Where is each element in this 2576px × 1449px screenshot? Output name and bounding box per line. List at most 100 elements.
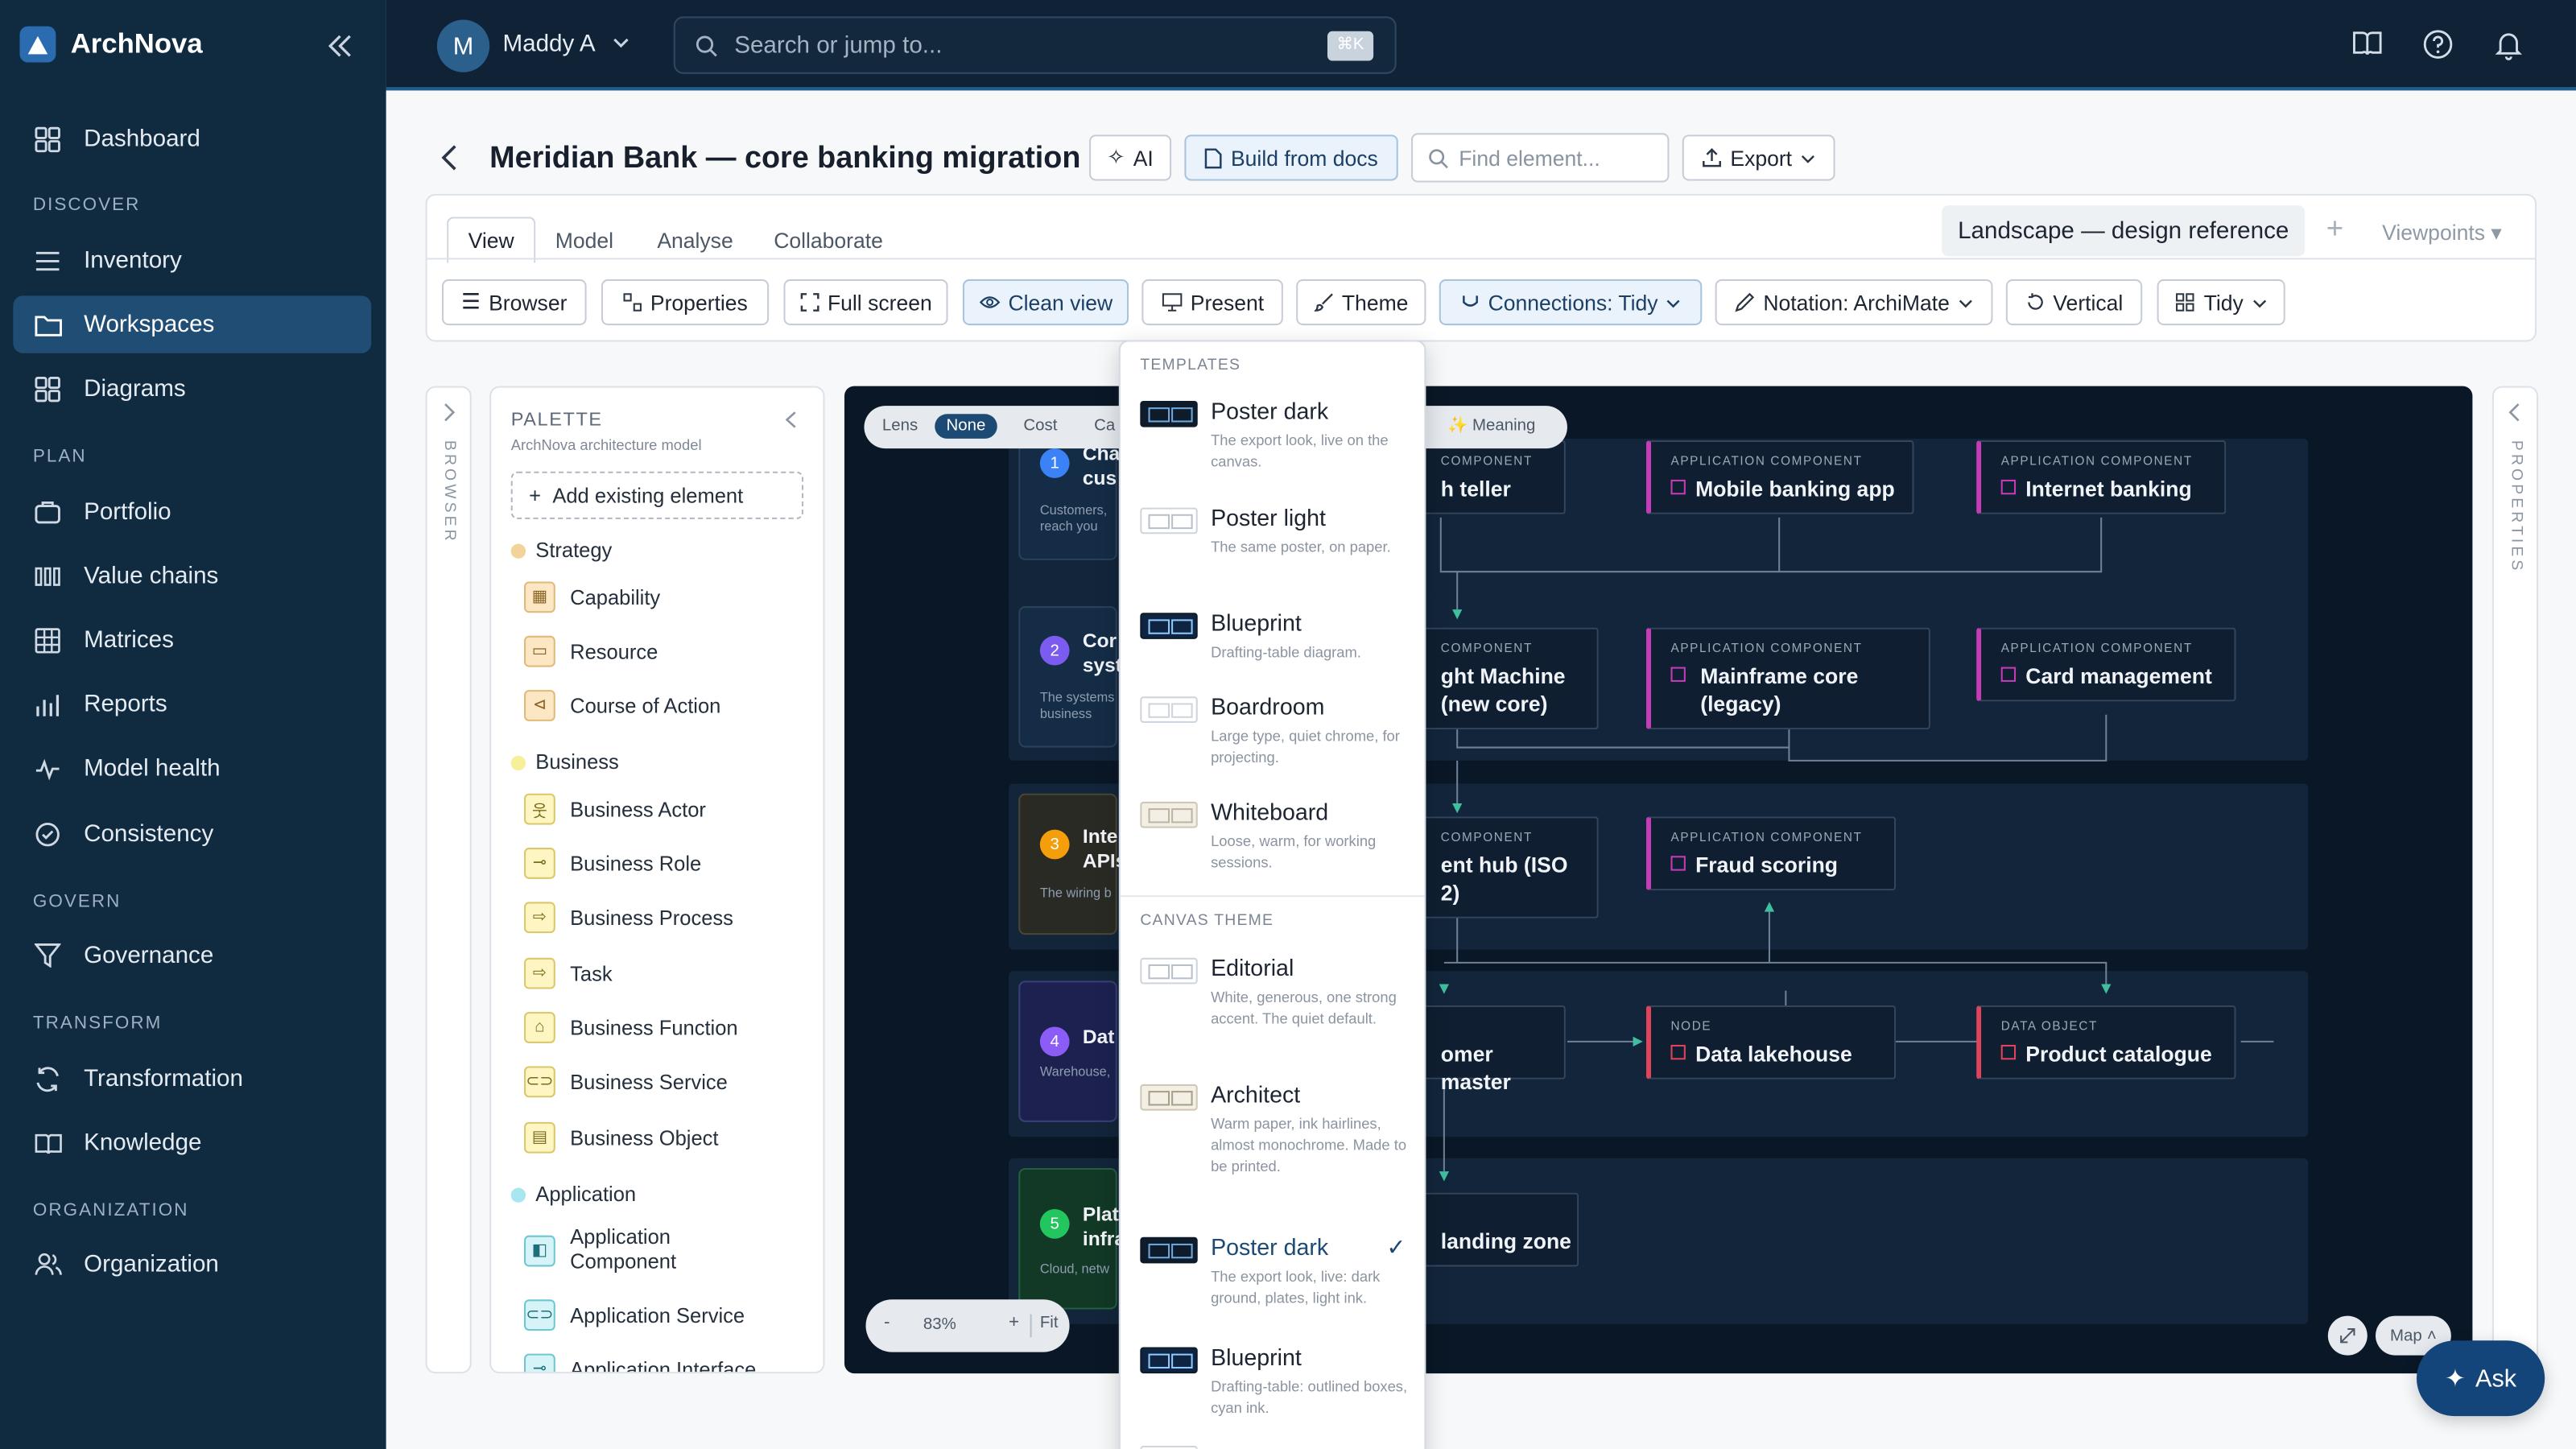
nav-label: Diagrams [84, 375, 186, 402]
palette-item-label: Application Service [570, 1303, 745, 1327]
theme-button[interactable]: Theme [1296, 279, 1426, 326]
properties-button[interactable]: Properties [601, 279, 770, 326]
chevron-left-icon[interactable] [2507, 402, 2523, 422]
data-object-icon [2000, 1044, 2017, 1060]
node-data-lakehouse[interactable]: NODE Data lakehouse [1645, 1005, 1897, 1080]
nav-governance[interactable]: Governance [13, 927, 371, 984]
properties-icon [622, 292, 642, 312]
fullscreen-label: Full screen [827, 290, 932, 315]
add-existing-element-button[interactable]: + Add existing element [510, 471, 803, 519]
templates-section-label: TEMPLATES [1140, 356, 1241, 375]
chevron-down-icon[interactable] [611, 33, 630, 52]
node-thought-machine[interactable]: COMPONENT ght Machine (new core) [1421, 627, 1599, 730]
component-icon [2000, 667, 2017, 682]
nav-organization[interactable]: Organization [13, 1236, 371, 1293]
nav-model-health[interactable]: Model health [13, 739, 371, 796]
zoom-in-button[interactable]: + [1009, 1313, 1019, 1332]
palette-item-business-role[interactable]: ⊸ Business Role [524, 848, 701, 879]
tab-view[interactable]: View [447, 217, 536, 263]
node-card-management[interactable]: APPLICATION COMPONENT Card management [1976, 627, 2236, 702]
nav-dashboard[interactable]: Dashboard [13, 110, 371, 167]
resource-icon: ▭ [524, 635, 555, 667]
palette-group-business[interactable]: Business [510, 751, 619, 774]
nav-workspaces[interactable]: Workspaces [13, 295, 372, 353]
node-internet-banking[interactable]: APPLICATION COMPONENT Internet banking [1976, 440, 2227, 514]
nav-value-chains[interactable]: Value chains [13, 547, 371, 605]
browser-button[interactable]: ☰ Browser [441, 279, 587, 326]
node-product-catalogue[interactable]: DATA OBJECT Product catalogue [1976, 1005, 2236, 1080]
tab-collaborate[interactable]: Collaborate [774, 229, 883, 254]
notation-button[interactable]: Notation: ArchiMate [1715, 279, 1993, 326]
back-chevron-icon[interactable] [436, 142, 465, 175]
ask-button[interactable]: ✦ Ask [2417, 1340, 2545, 1417]
chevron-right-icon[interactable] [440, 402, 456, 422]
global-search-input[interactable]: Search or jump to... ⌘K [673, 16, 1397, 74]
node-payment-hub[interactable]: COMPONENT ent hub (ISO 2) [1421, 816, 1599, 919]
nav-consistency[interactable]: Consistency [13, 805, 371, 862]
clean-view-button[interactable]: Clean view [962, 279, 1129, 326]
palette-item-application-interface[interactable]: ⊸ Application Interface [524, 1353, 756, 1373]
node-fraud-scoring[interactable]: APPLICATION COMPONENT Fraud scoring [1645, 816, 1897, 891]
palette-item-business-actor[interactable]: 웃 Business Actor [524, 793, 706, 825]
lens-option-truncated[interactable]: Ca [1094, 417, 1115, 435]
chevron-left-icon[interactable] [783, 411, 798, 428]
nav-reports[interactable]: Reports [13, 675, 371, 733]
node-mobile-banking-app[interactable]: APPLICATION COMPONENT Mobile banking app [1645, 440, 1914, 514]
lens-option-cost[interactable]: Cost [1023, 417, 1057, 435]
palette-item-label: Business Role [570, 852, 702, 875]
nav-portfolio[interactable]: Portfolio [13, 483, 371, 540]
node-teller[interactable]: COMPONENT h teller [1421, 440, 1566, 514]
add-viewpoint-icon[interactable]: + [2326, 212, 2343, 246]
notification-bell-icon[interactable] [2492, 28, 2525, 61]
palette-item-task[interactable]: ⇨ Task [524, 957, 613, 989]
viewpoint-tab[interactable]: Landscape — design reference [1942, 205, 2306, 257]
browser-rail[interactable]: BROWSER [425, 386, 472, 1374]
palette-item-application-service[interactable]: ⊂⊃ Application Service [524, 1299, 745, 1331]
expand-icon[interactable] [2327, 1315, 2368, 1356]
properties-rail[interactable]: PROPERTIES [2491, 386, 2539, 1374]
palette-group-strategy[interactable]: Strategy [510, 539, 612, 562]
nav-inventory[interactable]: Inventory [13, 232, 371, 289]
palette-group-application[interactable]: Application [510, 1183, 636, 1206]
avatar[interactable]: M [436, 19, 490, 72]
help-icon[interactable] [2421, 28, 2454, 61]
nav-diagrams[interactable]: Diagrams [13, 360, 371, 417]
group-color-dot [510, 754, 526, 770]
palette-item-course-of-action[interactable]: ⊲ Course of Action [524, 690, 720, 721]
lens-option-none[interactable]: None [935, 414, 997, 439]
eye-icon [979, 294, 1001, 310]
zoom-fit-button[interactable]: Fit [1040, 1315, 1059, 1332]
palette-item-resource[interactable]: ▭ Resource [524, 635, 658, 667]
nav-knowledge[interactable]: Knowledge [13, 1114, 371, 1171]
nav-matrices[interactable]: Matrices [13, 611, 371, 668]
tab-analyse[interactable]: Analyse [657, 229, 733, 254]
palette-item-business-function[interactable]: ⌂ Business Function [524, 1012, 738, 1043]
palette-item-business-service[interactable]: ⊂⊃ Business Service [524, 1066, 728, 1098]
palette-item-capability[interactable]: ▦ Capability [524, 581, 660, 613]
export-button[interactable]: Export [1682, 134, 1835, 181]
find-element-input[interactable]: Find element... [1411, 133, 1670, 183]
vertical-button[interactable]: Vertical [2005, 279, 2143, 326]
zoom-out-button[interactable]: - [884, 1313, 890, 1332]
palette-item-business-object[interactable]: ▤ Business Object [524, 1121, 718, 1154]
docs-book-icon[interactable] [2351, 28, 2384, 61]
node-landing-zone[interactable]: landing zone [1421, 1192, 1579, 1267]
full-screen-button[interactable]: Full screen [783, 279, 948, 326]
tab-model[interactable]: Model [555, 229, 613, 254]
node-mainframe-core[interactable]: APPLICATION COMPONENT Mainframe core (leg… [1645, 627, 1930, 730]
node-name: Internet banking [2025, 476, 2192, 502]
viewpoints-menu[interactable]: Viewpoints ▾ [2382, 220, 2502, 246]
user-name[interactable]: Maddy A [502, 31, 595, 58]
palette-item-business-process[interactable]: ⇨ Business Process [524, 902, 733, 934]
lens-option-meaning[interactable]: ✨ Meaning [1447, 417, 1535, 435]
node-customer-master[interactable]: omer master [1421, 1005, 1566, 1094]
diagram-canvas[interactable]: 1 Cha cus Customers, reach you 2 Cor sys… [844, 386, 2473, 1374]
tidy-button[interactable]: Tidy [2157, 279, 2285, 326]
palette-item-application-component[interactable]: ◧ Application Component [524, 1225, 726, 1274]
present-button[interactable]: Present [1141, 279, 1283, 326]
connections-button[interactable]: Connections: Tidy [1439, 279, 1703, 326]
build-from-docs-button[interactable]: Build from docs [1184, 134, 1398, 181]
nav-transformation[interactable]: Transformation [13, 1050, 371, 1107]
ai-button[interactable]: ✧ AI [1089, 134, 1172, 181]
collapse-sidebar-icon[interactable] [324, 30, 357, 63]
